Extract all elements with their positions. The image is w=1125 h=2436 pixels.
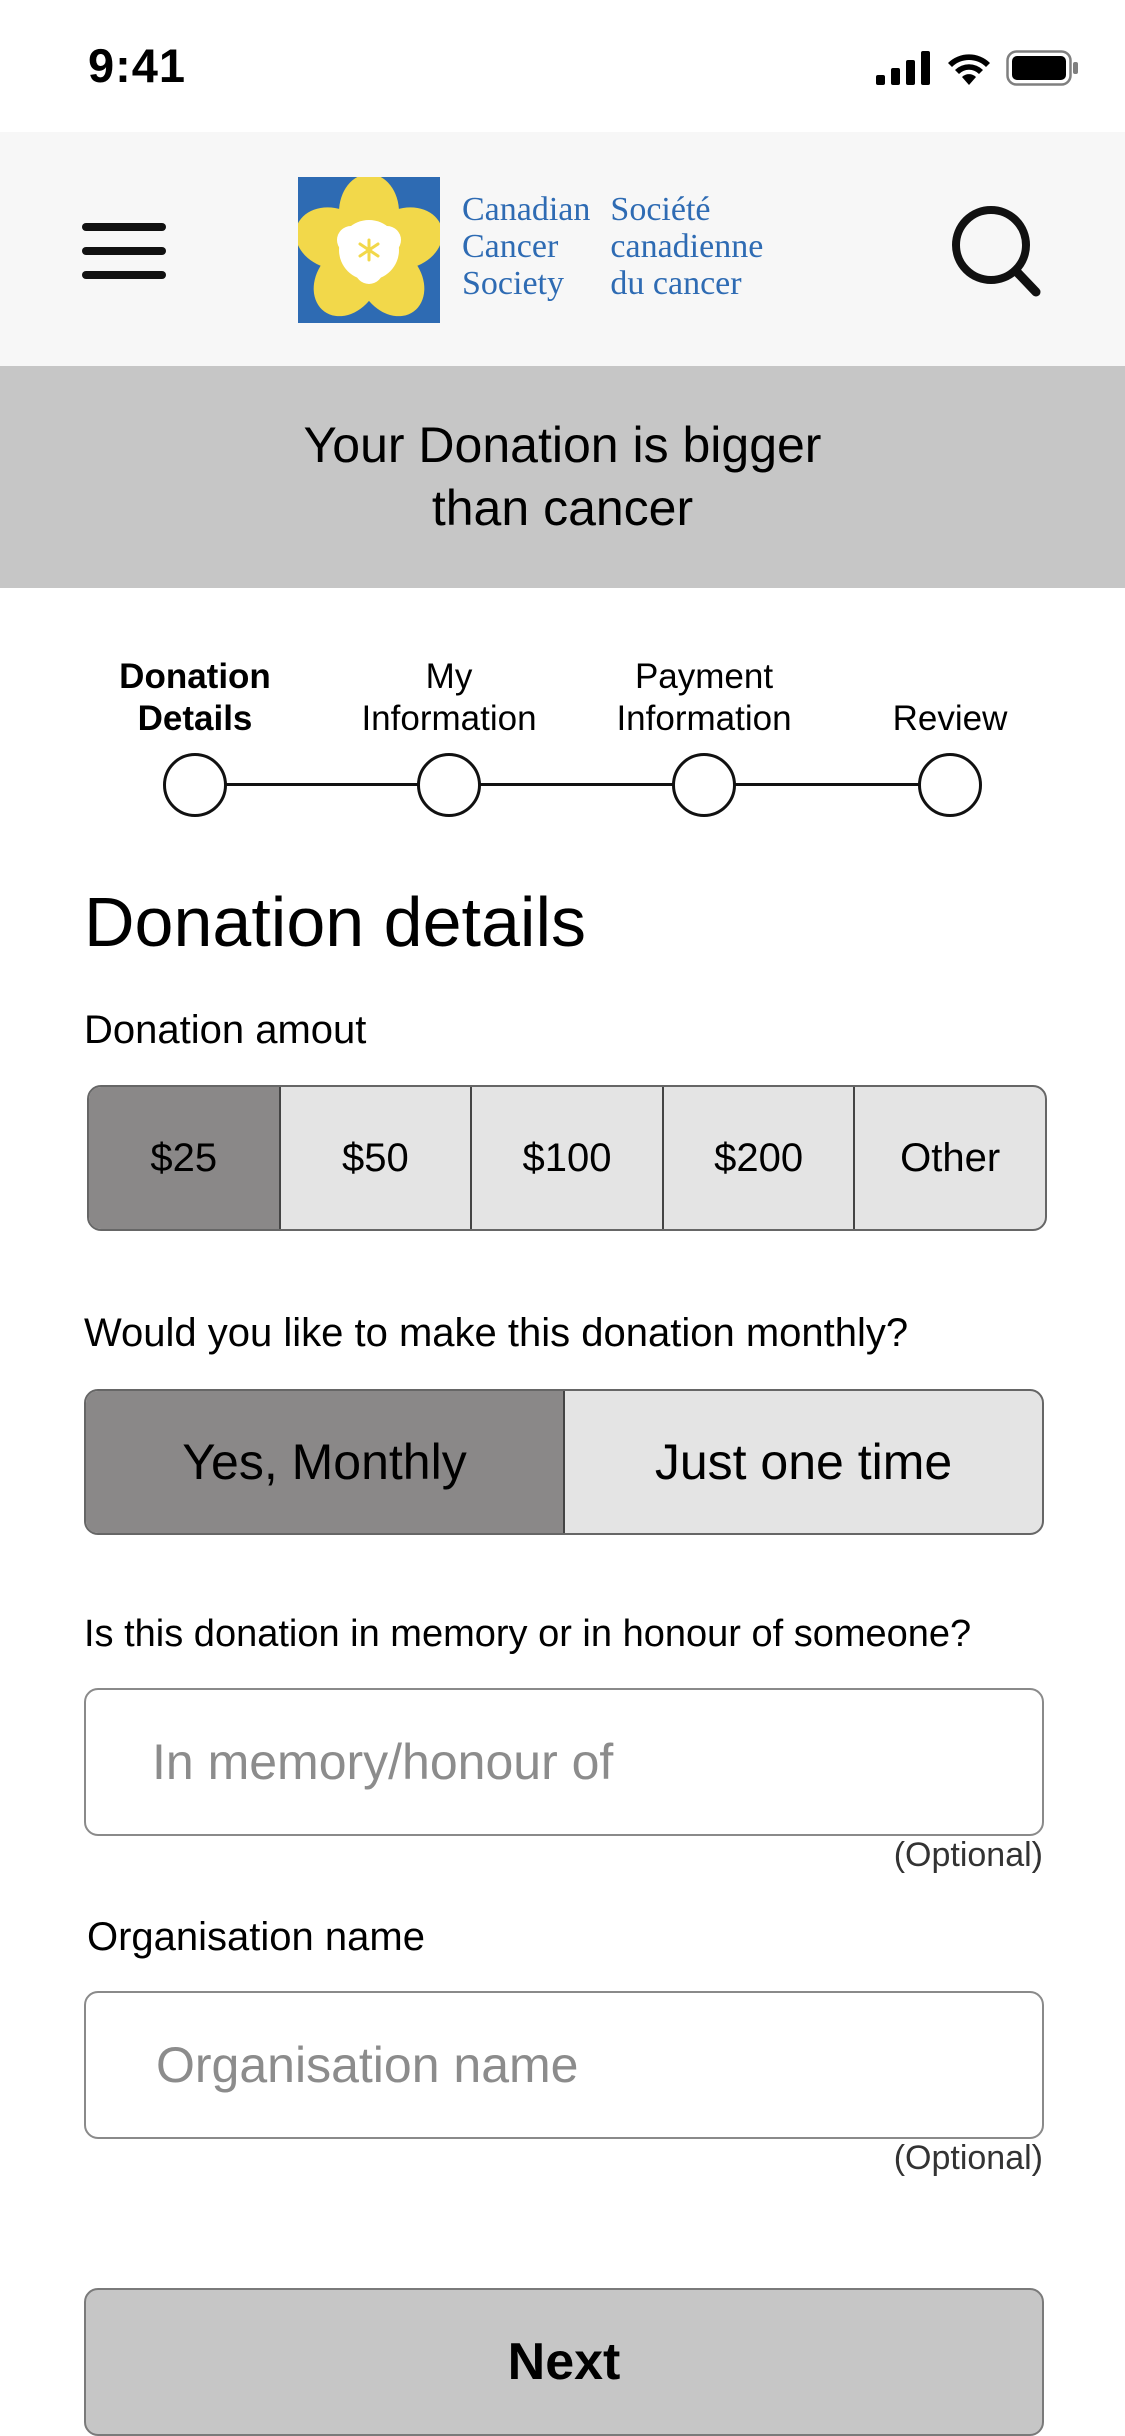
amount-option-other[interactable]: Other [853,1087,1045,1229]
organisation-name-input[interactable] [84,1991,1044,2139]
frequency-option-one-time[interactable]: Just one time [563,1391,1042,1533]
frequency-selector: Yes, Monthly Just one time [84,1389,1044,1535]
step-label-line: Details [137,699,253,738]
organisation-optional-hint: (Optional) [893,2139,1043,2177]
memory-question-label: Is this donation in memory or in honour … [84,1613,972,1655]
logo-french: Société canadienne du cancer [610,191,763,302]
promo-banner: Your Donation is bigger than cancer [0,366,1125,588]
logo-line: Cancer [462,228,559,265]
step-label-line: Payment [634,657,774,696]
canadian-cancer-society-logo[interactable]: Canadian Cancer Society Société canadien… [295,174,763,323]
progress-stepper-labels: Donation Details My Information Payment … [0,650,1125,740]
amount-option-25[interactable]: $25 [89,1087,279,1229]
step-label-line: Review [892,699,1008,738]
organisation-name-label: Organisation name [87,1915,425,1959]
step-label-donation-details: Donation Details [75,656,315,740]
signal-icon [876,51,930,85]
battery-icon [1006,50,1078,86]
logo-line: Canadian [462,191,591,228]
menu-bar [82,247,166,255]
step-label-review: Review [830,698,1070,740]
memory-optional-hint: (Optional) [893,1836,1043,1874]
step-label-line: Donation [119,657,271,696]
status-bar: 9:41 [0,0,1125,132]
monthly-question-label: Would you like to make this donation mon… [84,1311,909,1355]
stepper-line [195,783,950,786]
search-icon [952,206,1041,297]
step-label-line: Information [616,699,792,738]
status-icons [876,48,1080,88]
logo-line: du cancer [610,265,742,302]
step-dot-my-information[interactable] [417,753,481,817]
logo-wordmark: Canadian Cancer Society Société canadien… [462,191,763,302]
donation-amount-label: Donation amout [84,1008,367,1052]
memory-honour-input[interactable] [84,1688,1044,1836]
logo-english: Canadian Cancer Society [462,191,590,302]
amount-option-100[interactable]: $100 [470,1087,662,1229]
hamburger-menu-button[interactable] [82,217,166,285]
step-label-payment-information: Payment Information [584,656,824,740]
step-label-my-information: My Information [329,656,569,740]
banner-text: Your Donation is bigger than cancer [303,417,822,536]
logo-line: canadienne [610,228,764,265]
amount-option-50[interactable]: $50 [278,1087,471,1229]
step-dot-review[interactable] [918,753,982,817]
amount-option-200[interactable]: $200 [661,1087,854,1229]
step-label-line: Information [361,699,537,738]
frequency-option-monthly[interactable]: Yes, Monthly [86,1391,563,1533]
page-title: Donation details [84,883,586,961]
site-header: Canadian Cancer Society Société canadien… [0,132,1125,366]
next-button[interactable]: Next [84,2288,1044,2436]
donation-amount-selector: $25 $50 $100 $200 Other [87,1085,1047,1231]
menu-bar [82,271,166,279]
daffodil-logo-icon [295,174,443,323]
step-dot-payment-information[interactable] [672,753,736,817]
step-label-line: My [425,657,473,696]
logo-line: Society [462,265,564,302]
menu-bar [82,223,166,231]
search-button[interactable] [946,202,1046,302]
step-dot-donation-details[interactable] [163,753,227,817]
wifi-icon [948,54,990,85]
status-time: 9:41 [88,39,187,92]
logo-line: Société [610,191,711,228]
